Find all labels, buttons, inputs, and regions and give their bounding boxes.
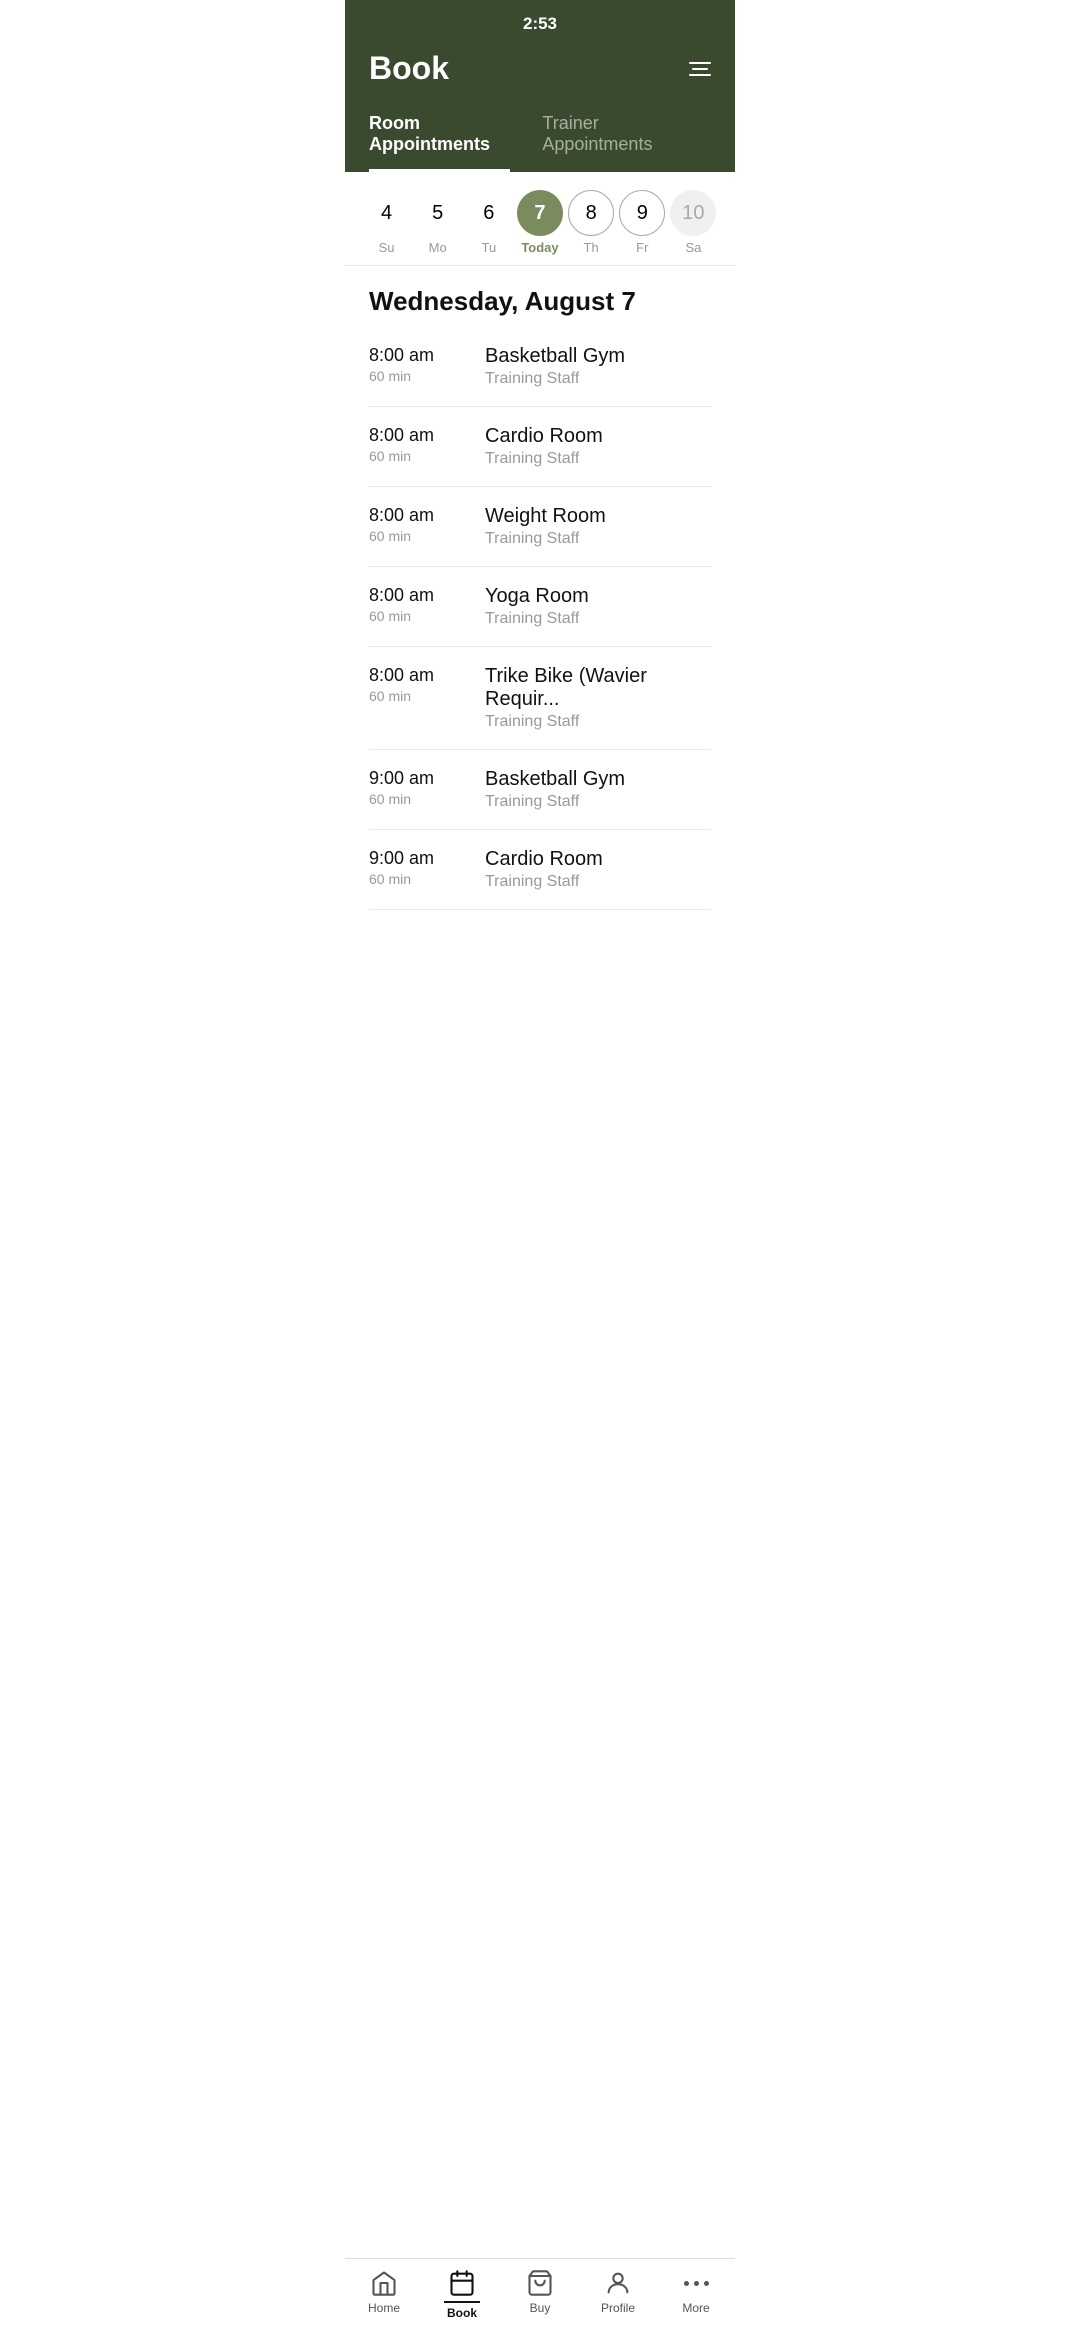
appointment-details: Yoga Room Training Staff: [469, 585, 711, 628]
appointment-details: Trike Bike (Wavier Requir... Training St…: [469, 665, 711, 731]
page-title: Book: [369, 50, 449, 87]
date-item-sat[interactable]: 10 Sa: [669, 190, 717, 255]
appointment-time: 8:00 am 60 min: [369, 425, 469, 464]
date-label-su: Su: [379, 240, 395, 255]
date-label-mo: Mo: [429, 240, 447, 255]
nav-book[interactable]: Book: [423, 2269, 501, 2320]
date-picker: 4 Su 5 Mo 6 Tu 7 Today 8 Th 9 Fr 10 Sa: [345, 172, 735, 266]
appointment-time: 8:00 am 60 min: [369, 505, 469, 544]
date-number-8: 8: [568, 190, 614, 236]
date-number-6: 6: [466, 190, 512, 236]
nav-buy[interactable]: Buy: [501, 2269, 579, 2320]
buy-icon: [526, 2269, 554, 2297]
date-item-tue[interactable]: 6 Tu: [465, 190, 513, 255]
date-item-fri[interactable]: 9 Fr: [618, 190, 666, 255]
date-item-sun[interactable]: 4 Su: [363, 190, 411, 255]
date-number-7: 7: [517, 190, 563, 236]
filter-icon[interactable]: [689, 62, 711, 76]
nav-profile[interactable]: Profile: [579, 2269, 657, 2320]
date-label-fr: Fr: [636, 240, 648, 255]
date-item-mon[interactable]: 5 Mo: [414, 190, 462, 255]
nav-more-label: More: [682, 2301, 709, 2315]
date-number-10: 10: [670, 190, 716, 236]
appointment-details: Weight Room Training Staff: [469, 505, 711, 548]
nav-home-label: Home: [368, 2301, 400, 2315]
appointment-time: 8:00 am 60 min: [369, 585, 469, 624]
date-label-th: Th: [584, 240, 599, 255]
appointment-list: 8:00 am 60 min Basketball Gym Training S…: [345, 327, 735, 990]
nav-home[interactable]: Home: [345, 2269, 423, 2320]
tab-bar: Room Appointments Trainer Appointments: [345, 103, 735, 172]
appointment-details: Basketball Gym Training Staff: [469, 345, 711, 388]
appointment-item[interactable]: 9:00 am 60 min Basketball Gym Training S…: [369, 750, 711, 830]
appointment-item[interactable]: 8:00 am 60 min Basketball Gym Training S…: [369, 327, 711, 407]
status-bar: 2:53: [345, 0, 735, 40]
profile-icon: [604, 2269, 632, 2297]
appointment-details: Cardio Room Training Staff: [469, 848, 711, 891]
more-icon: [684, 2269, 709, 2297]
app-header: Book: [345, 40, 735, 103]
bottom-nav: Home Book Buy Profile More: [345, 2258, 735, 2340]
date-heading: Wednesday, August 7: [345, 266, 735, 327]
home-icon: [370, 2269, 398, 2297]
appointment-item[interactable]: 8:00 am 60 min Trike Bike (Wavier Requir…: [369, 647, 711, 750]
book-icon: [448, 2269, 476, 2297]
appointment-item[interactable]: 8:00 am 60 min Weight Room Training Staf…: [369, 487, 711, 567]
date-label-tu: Tu: [481, 240, 496, 255]
date-label-sa: Sa: [685, 240, 701, 255]
appointment-item[interactable]: 8:00 am 60 min Cardio Room Training Staf…: [369, 407, 711, 487]
appointment-time: 9:00 am 60 min: [369, 848, 469, 887]
appointment-item[interactable]: 8:00 am 60 min Yoga Room Training Staff: [369, 567, 711, 647]
date-number-4: 4: [364, 190, 410, 236]
tab-room-appointments[interactable]: Room Appointments: [369, 103, 510, 172]
date-label-today: Today: [521, 240, 558, 255]
tab-trainer-appointments[interactable]: Trainer Appointments: [542, 103, 679, 172]
appointment-item[interactable]: 9:00 am 60 min Cardio Room Training Staf…: [369, 830, 711, 910]
nav-book-label: Book: [444, 2301, 480, 2320]
appointment-time: 8:00 am 60 min: [369, 345, 469, 384]
date-item-thu[interactable]: 8 Th: [567, 190, 615, 255]
nav-buy-label: Buy: [530, 2301, 551, 2315]
date-number-9: 9: [619, 190, 665, 236]
appointment-details: Basketball Gym Training Staff: [469, 768, 711, 811]
date-number-5: 5: [415, 190, 461, 236]
date-item-today[interactable]: 7 Today: [516, 190, 564, 255]
appointment-time: 9:00 am 60 min: [369, 768, 469, 807]
status-time: 2:53: [523, 14, 557, 33]
appointment-time: 8:00 am 60 min: [369, 665, 469, 704]
nav-more[interactable]: More: [657, 2269, 735, 2320]
appointment-details: Cardio Room Training Staff: [469, 425, 711, 468]
nav-profile-label: Profile: [601, 2301, 635, 2315]
